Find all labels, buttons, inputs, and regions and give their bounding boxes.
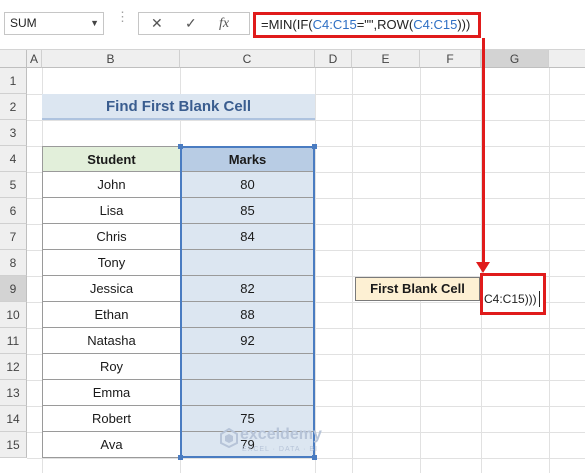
- student-cell[interactable]: John: [42, 172, 180, 198]
- select-all-corner[interactable]: [0, 50, 27, 68]
- selection-handle[interactable]: [178, 455, 183, 460]
- row-header-13[interactable]: 13: [0, 380, 27, 406]
- editing-cell-g9[interactable]: C4:C15))): [480, 273, 546, 315]
- text-cursor: [539, 291, 540, 307]
- cancel-icon[interactable]: ✕: [151, 13, 163, 34]
- watermark-tagline: EXCEL · DATA · BI: [242, 446, 318, 453]
- student-cell[interactable]: Emma: [42, 380, 180, 406]
- column-header-c[interactable]: C: [180, 50, 315, 68]
- edit-cell-line-2: C4:C15))): [484, 292, 537, 306]
- enter-check-icon[interactable]: ✓: [185, 13, 197, 34]
- watermark: exceldemy EXCEL · DATA · BI: [220, 424, 380, 464]
- column-header-g[interactable]: G: [481, 50, 549, 68]
- student-cell[interactable]: Jessica: [42, 276, 180, 302]
- row-header-7[interactable]: 7: [0, 224, 27, 250]
- formula-ref-1: C4:C15: [312, 17, 357, 32]
- sheet-title: Find First Blank Cell: [42, 94, 315, 120]
- column-header-a[interactable]: A: [27, 50, 42, 68]
- column-header-b[interactable]: B: [42, 50, 180, 68]
- gridline: [315, 68, 316, 473]
- row-header-4[interactable]: 4: [0, 146, 27, 172]
- edit-cell-line-1: [487, 277, 542, 289]
- formula-input[interactable]: =MIN(IF(C4:C15="",ROW(C4:C15))): [253, 12, 481, 38]
- formula-text-1: =MIN(IF(: [261, 17, 313, 32]
- formula-text-3: ))): [457, 17, 471, 32]
- column-header-e[interactable]: E: [352, 50, 420, 68]
- drag-handle-icon[interactable]: ⋮: [116, 10, 129, 34]
- row-header-12[interactable]: 12: [0, 354, 27, 380]
- row-header-11[interactable]: 11: [0, 328, 27, 354]
- student-cell[interactable]: Robert: [42, 406, 180, 432]
- gridline: [420, 68, 421, 473]
- row-header-15[interactable]: 15: [0, 432, 27, 458]
- first-blank-cell-label: First Blank Cell: [355, 277, 480, 301]
- range-selection-c4-c15: [180, 146, 315, 458]
- column-header-f[interactable]: F: [420, 50, 481, 68]
- watermark-brand: exceldemy: [240, 426, 322, 443]
- row-header-14[interactable]: 14: [0, 406, 27, 432]
- formula-text-2: ="",ROW(: [356, 17, 414, 32]
- row-header-9[interactable]: 9: [0, 276, 27, 302]
- function-icon[interactable]: fx: [219, 13, 229, 34]
- student-cell[interactable]: Lisa: [42, 198, 180, 224]
- name-box[interactable]: SUM ▼: [4, 12, 104, 35]
- student-cell[interactable]: Ava: [42, 432, 180, 458]
- header-student: Student: [42, 146, 180, 172]
- row-header-8[interactable]: 8: [0, 250, 27, 276]
- row-header-2[interactable]: 2: [0, 94, 27, 120]
- red-arrow-head-icon: [476, 262, 490, 273]
- student-cell[interactable]: Roy: [42, 354, 180, 380]
- row-header-3[interactable]: 3: [0, 120, 27, 146]
- row-header-6[interactable]: 6: [0, 198, 27, 224]
- name-box-value: SUM: [10, 16, 37, 30]
- formula-buttons: ✕ ✓ fx: [138, 12, 250, 35]
- student-cell[interactable]: Tony: [42, 250, 180, 276]
- row-header-1[interactable]: 1: [0, 68, 27, 94]
- exceldemy-logo-icon: [220, 428, 238, 448]
- student-cell[interactable]: Chris: [42, 224, 180, 250]
- student-cell[interactable]: Natasha: [42, 328, 180, 354]
- gridline: [549, 68, 550, 473]
- selection-handle[interactable]: [312, 144, 317, 149]
- red-arrow-line: [482, 38, 485, 268]
- column-header-d[interactable]: D: [315, 50, 352, 68]
- gridline: [27, 120, 585, 121]
- gridline: [352, 68, 353, 473]
- dropdown-arrow-icon[interactable]: ▼: [90, 13, 99, 34]
- formula-ref-2: C4:C15: [413, 17, 458, 32]
- row-header-5[interactable]: 5: [0, 172, 27, 198]
- column-header-h[interactable]: [549, 50, 585, 68]
- row-header-10[interactable]: 10: [0, 302, 27, 328]
- selection-handle[interactable]: [178, 144, 183, 149]
- student-cell[interactable]: Ethan: [42, 302, 180, 328]
